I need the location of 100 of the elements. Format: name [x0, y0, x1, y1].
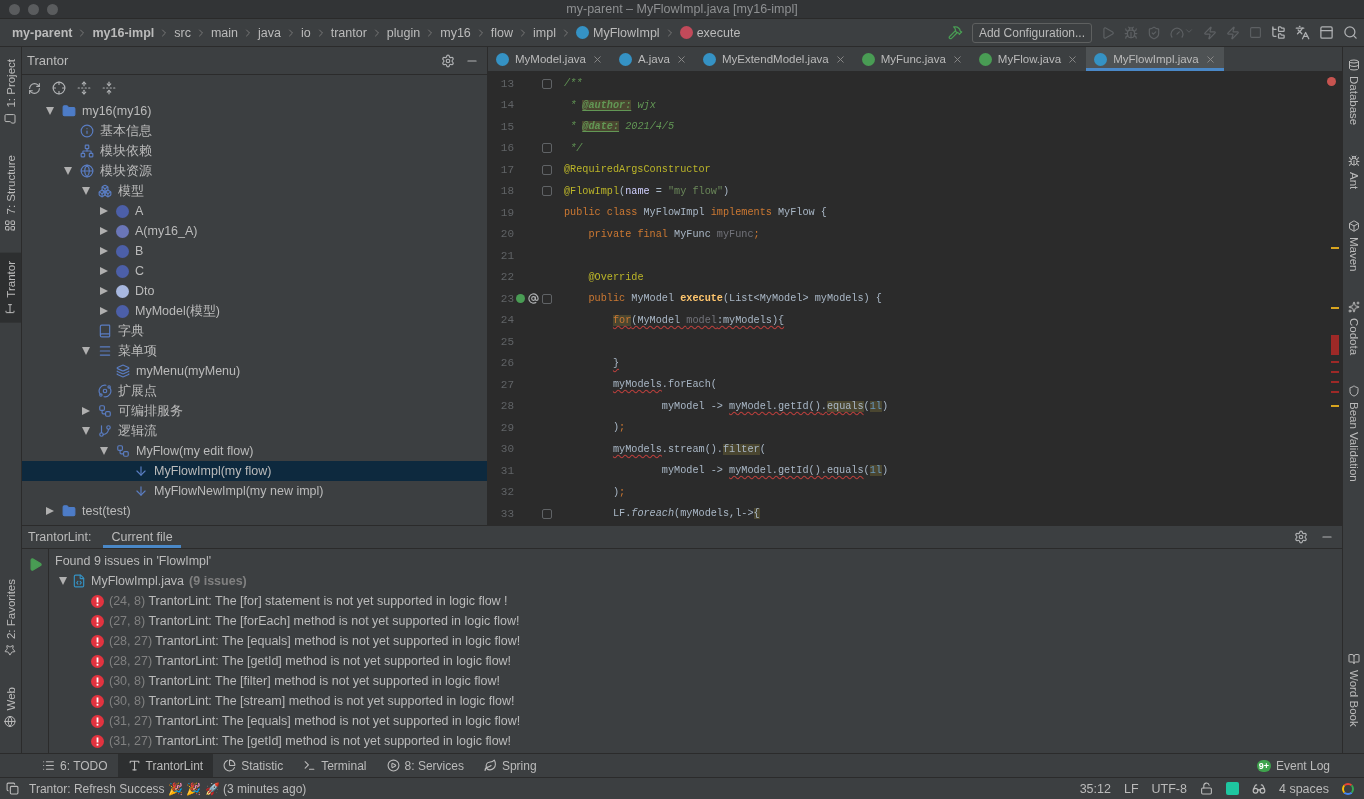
settings-icon[interactable] — [1294, 530, 1308, 544]
expanded-arrow-icon[interactable] — [59, 577, 67, 585]
editor-tab[interactable]: MyFlowImpl.java — [1086, 47, 1224, 71]
breadcrumb-item[interactable]: main — [210, 25, 239, 40]
glasses-icon[interactable] — [1251, 781, 1266, 796]
g-logo-icon[interactable] — [1342, 782, 1354, 795]
tree-item[interactable]: 逻辑流 — [22, 421, 487, 441]
tool-window-tab[interactable]: 1: Project — [0, 51, 21, 133]
expanded-arrow-icon[interactable] — [46, 107, 54, 115]
tree-item[interactable]: A(my16_A) — [22, 221, 487, 241]
file-encoding[interactable]: UTF-8 — [1151, 781, 1187, 796]
tool-window-tab[interactable]: Trantor — [0, 253, 21, 323]
tree-item[interactable]: 模型 — [22, 181, 487, 201]
issue-row[interactable]: (30, 8) TrantorLint: The [filter] method is not yet supported in logic flow! — [53, 671, 521, 691]
expanded-arrow-icon[interactable] — [82, 187, 90, 195]
fold-marker-icon[interactable] — [542, 78, 552, 89]
tree-item[interactable]: myMenu(myMenu) — [22, 361, 487, 381]
translate-icon[interactable] — [1295, 25, 1310, 40]
hammer-icon[interactable] — [947, 25, 963, 40]
tool-window-tab[interactable]: Database — [1343, 51, 1364, 134]
tree-item[interactable]: 模块资源 — [22, 161, 487, 181]
search-icon[interactable] — [1343, 25, 1358, 40]
error-indicator-icon[interactable] — [1327, 77, 1336, 86]
tool-window-tab[interactable]: Maven — [1343, 211, 1364, 280]
tree-item[interactable]: MyFlowImpl(my flow) — [22, 461, 487, 481]
close-icon[interactable] — [1067, 53, 1079, 65]
tree-item[interactable]: C — [22, 261, 487, 281]
breadcrumb-item[interactable]: src — [174, 25, 191, 40]
tree-item[interactable]: 可编排服务 — [22, 401, 487, 421]
event-log-button[interactable]: 9+ Event Log — [1250, 757, 1336, 774]
tree-item[interactable]: MyModel(模型) — [22, 301, 487, 321]
window-panel-icon[interactable] — [1319, 25, 1334, 40]
breadcrumb-item[interactable]: plugin — [386, 25, 421, 40]
close-icon[interactable] — [951, 53, 963, 65]
collapsed-arrow-icon[interactable] — [100, 247, 108, 255]
collapsed-arrow-icon[interactable] — [100, 307, 108, 315]
fold-marker-icon[interactable] — [542, 164, 552, 175]
panel-toggle-icon[interactable] — [6, 782, 19, 795]
close-icon[interactable] — [675, 53, 687, 65]
tree-item[interactable]: 基本信息 — [22, 121, 487, 141]
issue-row[interactable]: (31, 27) TrantorLint: The [equals] method is not yet supported in logic flow! — [53, 711, 521, 731]
tool-window-tab[interactable]: 7: Structure — [0, 146, 21, 240]
crosshair-icon[interactable] — [52, 81, 66, 95]
tree-item[interactable]: my16(my16) — [22, 101, 487, 121]
tool-window-tab[interactable]: Word Book — [1343, 645, 1364, 735]
tool-tab[interactable]: TrantorLint — [117, 754, 214, 777]
run-configuration-button[interactable]: Add Configuration... — [971, 22, 1092, 43]
editor-tab[interactable]: A.java — [610, 47, 695, 71]
breadcrumb-item[interactable]: impl — [533, 25, 556, 40]
collapsed-arrow-icon[interactable] — [100, 207, 108, 215]
unlocked-icon[interactable] — [1199, 782, 1213, 795]
fold-marker-icon[interactable] — [542, 186, 552, 197]
file-node[interactable]: MyFlowImpl.java (9 issues) — [53, 571, 521, 591]
project-structure-icon[interactable] — [1271, 25, 1286, 40]
run-icon[interactable] — [27, 557, 43, 572]
tool-tab[interactable]: Statistic — [213, 754, 294, 777]
issue-row[interactable]: (28, 27) TrantorLint: The [getId] method is not yet supported in logic flow! — [53, 651, 521, 671]
editor-tab[interactable]: MyFlow.java — [970, 47, 1087, 71]
collapsed-arrow-icon[interactable] — [100, 287, 108, 295]
collapsed-arrow-icon[interactable] — [100, 267, 108, 275]
expanded-arrow-icon[interactable] — [82, 347, 90, 355]
expanded-arrow-icon[interactable] — [64, 167, 72, 175]
tree-item[interactable]: MyFlowNewImpl(my new impl) — [22, 481, 487, 501]
close-icon[interactable] — [834, 53, 846, 65]
line-ending[interactable]: LF — [1123, 781, 1139, 796]
fold-marker-icon[interactable] — [542, 508, 552, 519]
tree-item[interactable]: 字典 — [22, 321, 487, 341]
codota-icon[interactable] — [1225, 782, 1239, 795]
breadcrumb-item[interactable]: my-parent — [12, 25, 73, 40]
breadcrumb-item[interactable]: execute — [679, 25, 741, 40]
settings-icon[interactable] — [441, 53, 455, 68]
editor-tab[interactable]: MyExtendModel.java — [694, 47, 854, 71]
tree-item[interactable]: A — [22, 201, 487, 221]
panel-tab[interactable]: Current file — [103, 526, 181, 548]
indent-setting[interactable]: 4 spaces — [1278, 781, 1329, 796]
tree-item[interactable]: 扩展点 — [22, 381, 487, 401]
collapse-all-icon[interactable] — [102, 81, 116, 95]
tool-window-tab[interactable]: 2: Favorites — [0, 571, 21, 665]
tool-tab[interactable]: Terminal — [293, 754, 377, 777]
breadcrumb-item[interactable]: my16-impl — [92, 25, 155, 40]
tree-item[interactable]: test(test) — [22, 501, 487, 521]
tree-item[interactable]: 菜单项 — [22, 341, 487, 361]
issue-row[interactable]: (27, 8) TrantorLint: The [forEach] method is not yet supported in logic flow! — [53, 611, 521, 631]
tool-window-tab[interactable]: Bean Validation — [1343, 377, 1364, 490]
breadcrumb-item[interactable]: trantor — [330, 25, 367, 40]
expanded-arrow-icon[interactable] — [82, 427, 90, 435]
tool-window-tab[interactable]: Ant — [1343, 147, 1364, 198]
editor-tab[interactable]: MyFunc.java — [853, 47, 971, 71]
fold-marker-icon[interactable] — [542, 293, 552, 304]
breadcrumb-item[interactable]: MyFlowImpl — [575, 25, 660, 40]
tool-tab[interactable]: 8: Services — [376, 754, 474, 777]
breadcrumb-item[interactable]: flow — [490, 25, 514, 40]
expand-all-icon[interactable] — [77, 81, 91, 95]
breadcrumb-item[interactable]: io — [301, 25, 311, 40]
collapsed-arrow-icon[interactable] — [100, 227, 108, 235]
close-icon[interactable] — [591, 53, 603, 65]
collapsed-arrow-icon[interactable] — [82, 407, 90, 415]
issue-row[interactable]: (30, 8) TrantorLint: The [stream] method is not yet supported in logic flow! — [53, 691, 521, 711]
tool-tab[interactable]: 6: TODO — [32, 754, 118, 777]
tool-tab[interactable]: Spring — [473, 754, 547, 777]
